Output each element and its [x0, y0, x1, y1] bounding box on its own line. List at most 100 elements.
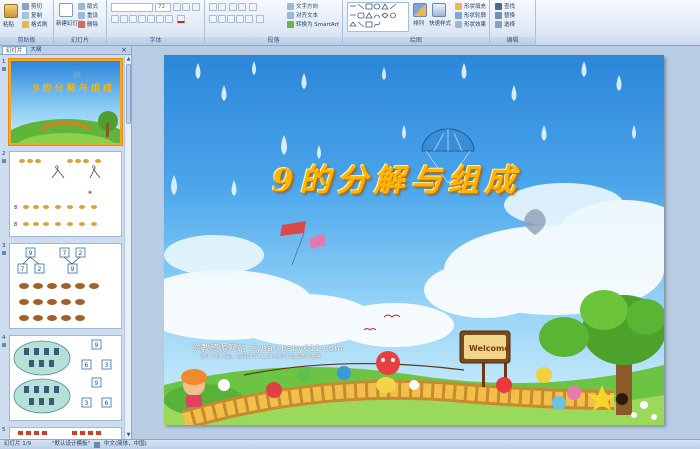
shadow-icon[interactable]	[147, 15, 155, 23]
layout-button[interactable]: 版式	[78, 2, 98, 10]
editing-label: 编辑	[490, 37, 535, 45]
animation-icon	[2, 251, 6, 255]
kite-icon	[280, 221, 326, 266]
align-center-icon[interactable]	[218, 15, 226, 23]
strikethrough-icon[interactable]	[138, 15, 146, 23]
italic-icon[interactable]	[120, 15, 128, 23]
current-slide[interactable]: Welcome 9的分解与组成 幼教资源网站 ziyuan.baby611.co…	[164, 55, 664, 425]
slide-thumbnail-row: 1 9 的 分 解 与 组 成	[0, 59, 124, 147]
thumbnail-digit: 9	[29, 250, 33, 257]
slide-thumbnail-1[interactable]: 9 的 分 解 与 组 成	[9, 59, 122, 145]
thumbnail-digit: 6	[105, 400, 109, 407]
underline-icon[interactable]	[129, 15, 137, 23]
copy-button[interactable]: 复制	[22, 11, 42, 19]
font-label: 字体	[107, 37, 204, 45]
justify-icon[interactable]	[236, 15, 244, 23]
pen-icon	[455, 11, 462, 19]
thumbnail-digit: 6	[85, 362, 89, 369]
text-direction-icon	[287, 2, 294, 10]
clear-format-icon[interactable]	[192, 3, 200, 11]
thumbnail-digit: 9	[71, 266, 75, 273]
shape-effects-button[interactable]: 形状效果	[455, 20, 486, 28]
find-button[interactable]: 查找	[495, 2, 515, 10]
align-left-icon[interactable]	[209, 15, 217, 23]
thumbnail-art: 9 9 ❀ 8 8	[14, 159, 101, 228]
thumbnail-digit: 7	[21, 266, 25, 273]
font-name-combo[interactable]	[111, 3, 153, 12]
arrange-icon[interactable]	[413, 3, 427, 17]
slide-number: 1	[2, 59, 6, 65]
font-size-combo[interactable]: 72	[155, 3, 171, 12]
change-case-icon[interactable]	[165, 15, 173, 23]
smartart-button[interactable]: 转换为 SmartArt	[287, 20, 339, 28]
align-text-button[interactable]: 对齐文本	[287, 11, 318, 19]
scroll-thumb[interactable]	[126, 64, 131, 124]
close-icon[interactable]: ×	[121, 46, 127, 55]
effects-icon	[455, 20, 462, 28]
brush-icon	[22, 20, 29, 28]
numbering-icon[interactable]	[218, 3, 226, 11]
align-right-icon[interactable]	[227, 15, 235, 23]
increase-indent-icon[interactable]	[238, 3, 246, 11]
bullets-icon[interactable]	[209, 3, 217, 11]
slide-thumbnail-3[interactable]: 9 7 2 7 2 9	[9, 243, 122, 329]
slide-title[interactable]: 9的分解与组成	[272, 155, 522, 200]
delete-button[interactable]: 删除	[78, 20, 98, 28]
select-button[interactable]: 选择	[495, 20, 515, 28]
thumbnail-digit: 9	[92, 165, 96, 172]
scroll-up-icon[interactable]: ▲	[125, 56, 132, 63]
watermark-subtitle: 课件下载 儿歌、故事MP3 FLASH课件下载 试卷下载等	[200, 354, 322, 360]
paragraph-label: 段落	[205, 37, 342, 45]
shapes-gallery[interactable]	[347, 2, 409, 32]
drawing-group: 排列 快速样式 形状填充 形状轮廓 形状效果 绘图	[343, 0, 490, 46]
bold-icon[interactable]	[111, 15, 119, 23]
panel-scrollbar[interactable]: ▲ ▼	[124, 56, 131, 439]
delete-icon	[78, 20, 85, 28]
shape-outline-button[interactable]: 形状轮廓	[455, 11, 486, 19]
slide-thumbnail-5[interactable]	[9, 427, 122, 439]
status-spellcheck-icon[interactable]	[94, 442, 100, 448]
status-language: 中文(简体，中国)	[104, 441, 147, 447]
font-color-icon[interactable]	[177, 15, 185, 23]
slide-thumbnail-row: 2 9 9 ❀ 8 8	[0, 151, 124, 239]
reset-button[interactable]: 重设	[78, 11, 98, 19]
ribbon: 粘贴 剪切 复制 格式刷 剪贴板 新建幻灯片 版式 重设 删除 幻灯片 72 字…	[0, 0, 700, 46]
cut-button[interactable]: 剪切	[22, 2, 42, 10]
animation-icon	[2, 159, 6, 163]
tab-outline[interactable]: 大纲	[28, 46, 45, 54]
svg-text:❀: ❀	[88, 190, 92, 196]
decrease-indent-icon[interactable]	[229, 3, 237, 11]
scroll-down-icon[interactable]: ▼	[125, 432, 132, 439]
quick-styles-button[interactable]: 快速样式	[429, 19, 451, 27]
welcome-sign-text: Welcome	[469, 344, 510, 353]
format-painter-button[interactable]: 格式刷	[22, 20, 48, 28]
columns-icon[interactable]	[256, 15, 264, 23]
thumbnail-digit: 2	[38, 266, 42, 273]
quick-styles-icon[interactable]	[432, 3, 446, 17]
slides-label: 幻灯片	[54, 37, 106, 45]
char-spacing-icon[interactable]	[156, 15, 164, 23]
slides-group: 新建幻灯片 版式 重设 删除 幻灯片	[54, 0, 107, 46]
paste-button[interactable]: 粘贴	[3, 20, 14, 28]
new-slide-icon[interactable]	[59, 3, 73, 17]
slide-thumbnail-2[interactable]: 9 9 ❀ 8 8	[9, 151, 122, 237]
text-direction-button[interactable]: 文字方向	[287, 2, 318, 10]
slide-thumbnail-row: 3 9 7 2 7 2 9	[0, 243, 124, 331]
thumbnail-art: 9 的 分 解 与 组 成	[11, 71, 120, 143]
thumbnail-digit: 9	[55, 165, 59, 172]
slide-number: 2	[2, 151, 6, 157]
replace-button[interactable]: 替换	[495, 11, 515, 19]
line-spacing-icon[interactable]	[249, 3, 257, 11]
shrink-font-icon[interactable]	[182, 3, 190, 11]
shape-fill-button[interactable]: 形状填充	[455, 2, 486, 10]
grow-font-icon[interactable]	[173, 3, 181, 11]
slide-thumbnail-4[interactable]: 9 6 3 9 3 6	[9, 335, 122, 421]
paste-icon[interactable]	[4, 4, 18, 18]
distribute-icon[interactable]	[245, 15, 253, 23]
cursor-icon	[495, 20, 502, 28]
thumbnail-digit: 7	[63, 250, 67, 257]
clipboard-label: 剪贴板	[0, 37, 53, 45]
arrange-button[interactable]: 排列	[413, 19, 424, 27]
slide-thumbnail-row: 5	[0, 427, 124, 439]
tab-slides[interactable]: 幻灯片	[2, 46, 27, 54]
